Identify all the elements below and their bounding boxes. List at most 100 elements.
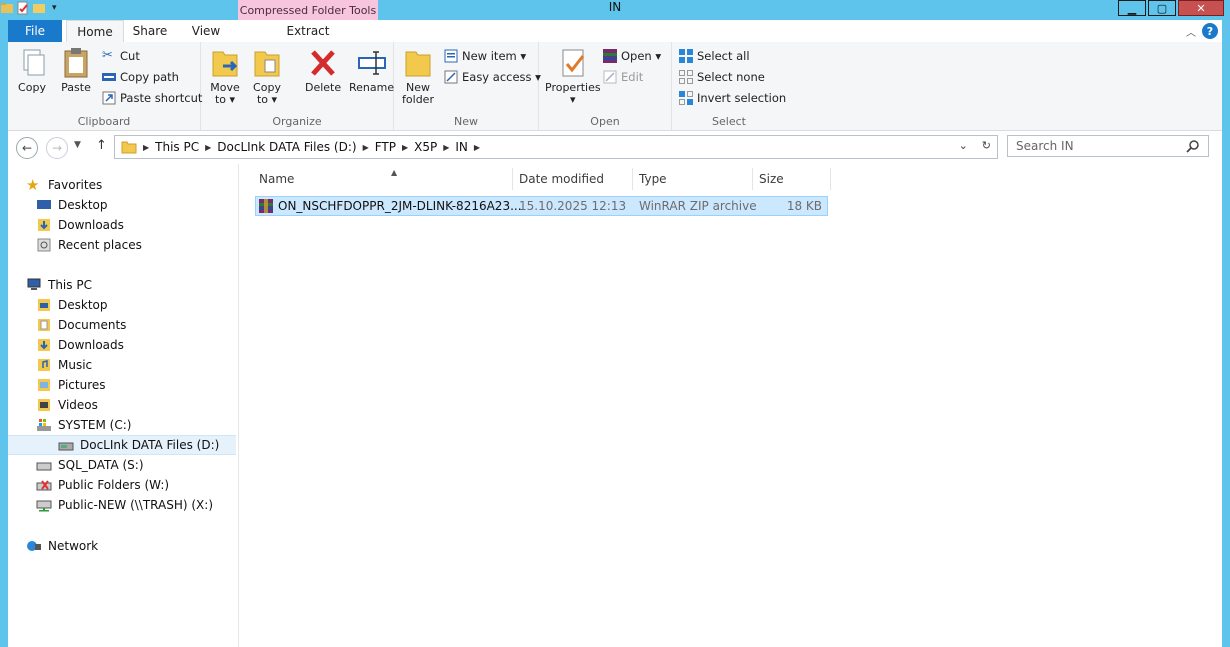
nav-drive-c[interactable]: SYSTEM (C:)	[36, 415, 131, 435]
select-none-button[interactable]: Select none	[679, 68, 765, 86]
ribbon-tabs: File Home Share View Extract ︿ ?	[8, 20, 1222, 43]
tab-extract[interactable]: Extract	[238, 20, 378, 42]
search-input[interactable]: Search IN	[1007, 135, 1209, 157]
new-folder-label-2: folder	[402, 93, 434, 106]
navigation-pane: ★ Favorites Desktop Downloads Recent pla…	[8, 164, 239, 647]
column-header-type[interactable]: Type	[633, 168, 753, 190]
properties-button[interactable]: Properties ▾	[545, 46, 601, 106]
copy-to-button[interactable]: Copy to ▾	[251, 46, 283, 106]
up-button[interactable]: ↑	[96, 138, 107, 153]
open-group: Properties ▾ Open ▾ Edit Open	[539, 42, 672, 130]
nav-network[interactable]: Network	[26, 536, 98, 556]
nav-drive-x-label: Public-NEW (\\TRASH) (X:)	[58, 498, 214, 512]
delete-button[interactable]: Delete	[305, 46, 341, 94]
nav-favorites[interactable]: ★ Favorites	[26, 175, 102, 195]
move-to-icon	[212, 51, 238, 77]
window-title: IN	[608, 0, 622, 14]
column-header-name[interactable]: ▲ Name	[253, 168, 513, 190]
column-header-size[interactable]: Size	[753, 168, 831, 190]
close-button[interactable]: ✕	[1178, 0, 1224, 16]
nav-pc-downloads-label: Downloads	[58, 338, 124, 352]
forward-button[interactable]: →	[46, 137, 68, 159]
nav-fav-recent[interactable]: Recent places	[36, 235, 142, 255]
easy-access-icon	[444, 70, 458, 84]
clipboard-group: Copy Paste ✂ Cut Copy path Paste shortcu…	[8, 42, 202, 130]
documents-icon	[38, 319, 50, 331]
address-dropdown-icon[interactable]: ⌄	[959, 139, 968, 152]
desktop-icon	[37, 200, 51, 209]
rename-button[interactable]: Rename	[349, 46, 394, 94]
nav-drive-d[interactable]: DocLInk DATA Files (D:)	[8, 435, 236, 455]
copy-path-button[interactable]: Copy path	[102, 68, 179, 86]
network-icon	[27, 541, 41, 551]
select-all-button[interactable]: Select all	[679, 47, 750, 65]
sort-ascending-icon: ▲	[391, 168, 398, 177]
nav-pc-pictures[interactable]: Pictures	[36, 375, 106, 395]
new-item-icon	[444, 49, 458, 63]
search-icon[interactable]	[1186, 139, 1200, 153]
nav-pc-videos[interactable]: Videos	[36, 395, 98, 415]
maximize-icon: ▢	[1156, 1, 1168, 15]
file-name-cell: ON_NSCHFDOPPR_2JM-DLINK-8216A23...	[258, 197, 522, 215]
cut-label: Cut	[120, 49, 140, 63]
cut-button[interactable]: ✂ Cut	[102, 47, 140, 65]
invert-selection-button[interactable]: Invert selection	[679, 89, 786, 107]
maximize-button[interactable]: ▢	[1148, 0, 1176, 16]
minimize-ribbon-icon[interactable]: ︿	[1186, 24, 1196, 39]
nav-fav-desktop[interactable]: Desktop	[36, 195, 108, 215]
organize-group-label: Organize	[272, 115, 322, 128]
window-controls: ▁ ▢ ✕	[1118, 0, 1224, 16]
tab-file[interactable]: File	[8, 20, 62, 42]
copy-button[interactable]: Copy	[16, 46, 48, 94]
nav-favorites-label: Favorites	[48, 178, 103, 192]
address-bar[interactable]: ▶ This PC ▶ DocLInk DATA Files (D:) ▶ FT…	[114, 135, 998, 159]
breadcrumb-x5p[interactable]: X5P	[414, 140, 437, 154]
nav-drive-w[interactable]: Public Folders (W:)	[36, 475, 169, 495]
easy-access-button[interactable]: Easy access ▾	[444, 68, 541, 86]
select-none-label: Select none	[697, 70, 765, 84]
column-header-date[interactable]: Date modified	[513, 168, 633, 190]
move-to-button[interactable]: Move to ▾	[209, 46, 241, 106]
nav-pc-documents[interactable]: Documents	[36, 315, 126, 335]
edit-button[interactable]: Edit	[603, 68, 643, 86]
new-item-button[interactable]: New item ▾	[444, 47, 526, 65]
tab-share[interactable]: Share	[124, 20, 176, 42]
nav-drive-s[interactable]: SQL_DATA (S:)	[36, 455, 144, 475]
pictures-icon	[38, 379, 50, 391]
breadcrumb-arrow-icon[interactable]: ▶	[143, 143, 149, 152]
rename-label: Rename	[349, 81, 395, 94]
help-icon[interactable]: ?	[1202, 23, 1218, 39]
copy-to-icon	[254, 51, 280, 77]
tab-view[interactable]: View	[180, 20, 232, 42]
breadcrumb-this-pc[interactable]: This PC	[155, 140, 199, 154]
nav-pc-downloads[interactable]: Downloads	[36, 335, 124, 355]
breadcrumb-arrow-icon[interactable]: ▶	[402, 143, 408, 152]
breadcrumb-arrow-icon[interactable]: ▶	[363, 143, 369, 152]
nav-drive-x[interactable]: Public-NEW (\\TRASH) (X:)	[36, 495, 213, 515]
new-folder-button[interactable]: New folder	[402, 46, 434, 106]
breadcrumb-arrow-icon[interactable]: ▶	[205, 143, 211, 152]
back-button[interactable]: ←	[16, 137, 38, 159]
breadcrumb-drive-d[interactable]: DocLInk DATA Files (D:)	[217, 140, 356, 154]
open-button[interactable]: Open ▾	[603, 47, 661, 65]
computer-icon	[27, 278, 41, 290]
new-group: New folder New item ▾ Easy access ▾ New	[394, 42, 541, 130]
recent-places-icon	[37, 238, 51, 252]
refresh-icon[interactable]: ↻	[982, 139, 991, 152]
breadcrumb-ftp[interactable]: FTP	[375, 140, 396, 154]
table-row[interactable]: ON_NSCHFDOPPR_2JM-DLINK-8216A23... 15.10…	[255, 196, 828, 216]
paste-shortcut-button[interactable]: Paste shortcut	[102, 89, 202, 107]
nav-fav-downloads[interactable]: Downloads	[36, 215, 124, 235]
paste-button[interactable]: Paste	[60, 46, 92, 94]
nav-pc-desktop[interactable]: Desktop	[36, 295, 108, 315]
tab-home[interactable]: Home	[66, 20, 124, 43]
open-group-label: Open	[590, 115, 620, 128]
minimize-button[interactable]: ▁	[1118, 0, 1146, 16]
breadcrumb-arrow-icon[interactable]: ▶	[474, 143, 480, 152]
breadcrumb-in[interactable]: IN	[455, 140, 468, 154]
nav-pc-music[interactable]: Music	[36, 355, 92, 375]
recent-locations-icon[interactable]: ▼	[74, 140, 81, 150]
back-arrow-icon: ←	[21, 141, 33, 155]
breadcrumb-arrow-icon[interactable]: ▶	[443, 143, 449, 152]
nav-this-pc[interactable]: This PC	[26, 275, 92, 295]
